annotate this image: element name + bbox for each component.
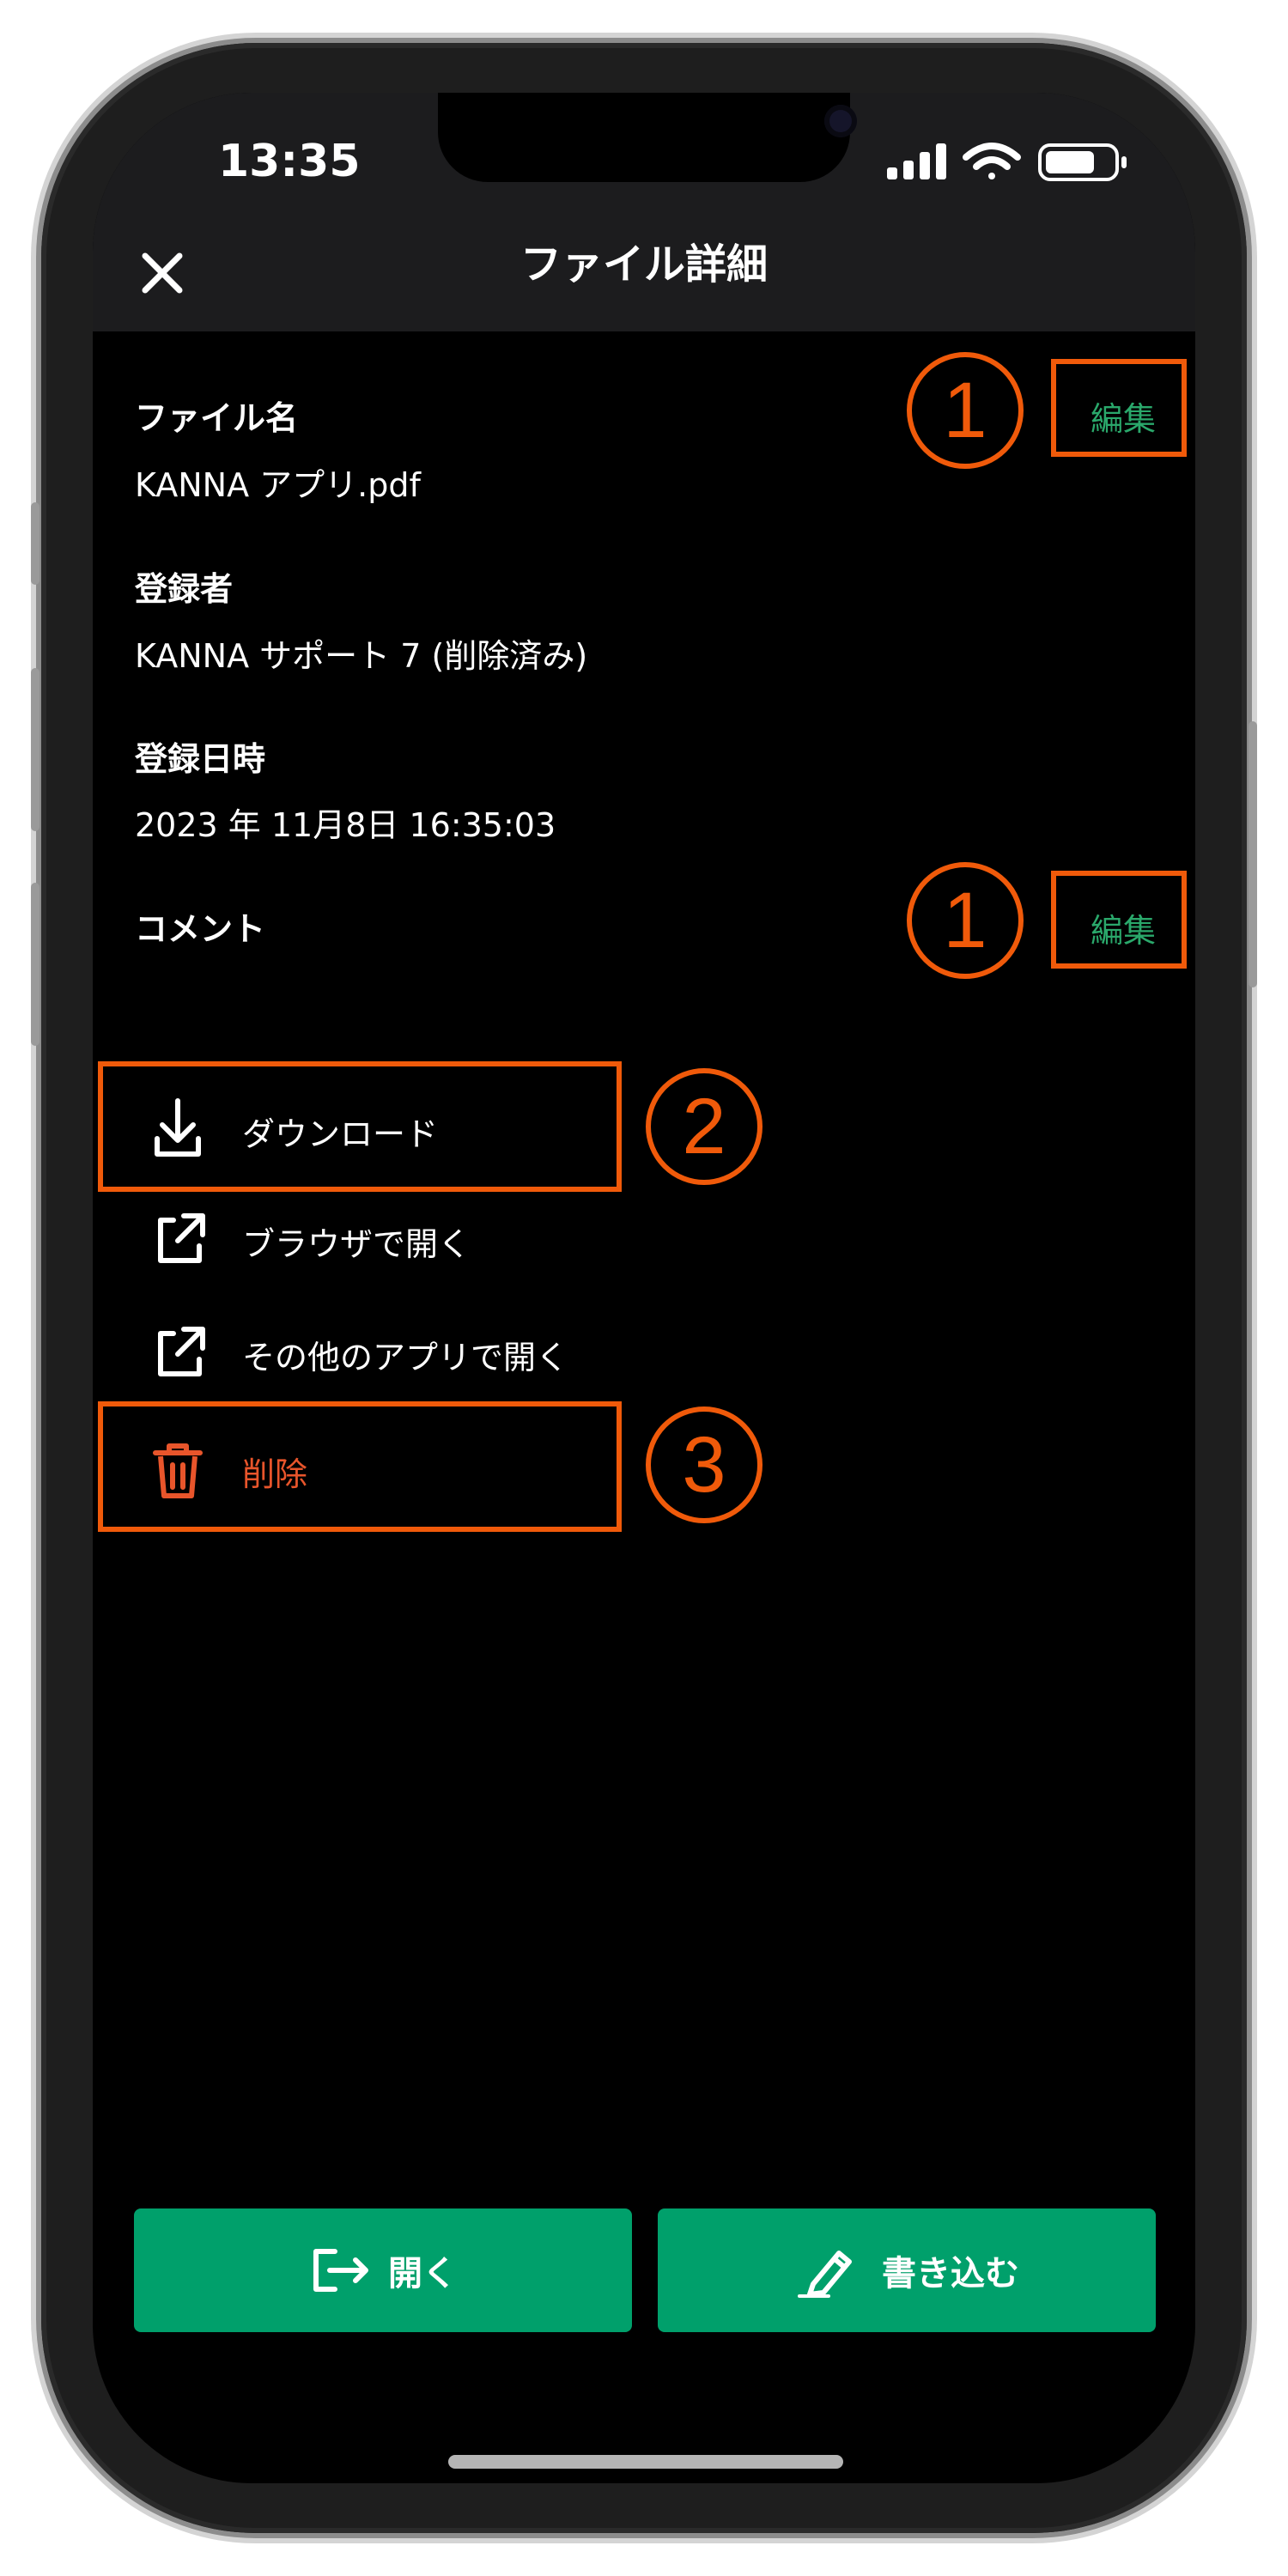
- battery-icon: [1038, 143, 1127, 181]
- annotation-number-2: 2: [646, 1068, 762, 1185]
- registered-at-label: 登録日時: [135, 740, 266, 778]
- external-link-icon: [158, 1213, 205, 1263]
- volume-up-button: [31, 668, 39, 831]
- open-in-browser-label: ブラウザで開く: [242, 1225, 471, 1263]
- signal-icon: [887, 143, 946, 179]
- comment-label: コメント: [135, 910, 266, 948]
- open-icon: [313, 2249, 368, 2292]
- annotation-box-delete: [98, 1401, 622, 1532]
- open-button-label: 開く: [388, 2254, 457, 2293]
- write-button-label: 書き込む: [882, 2254, 1019, 2293]
- registrant-label: 登録者: [135, 570, 234, 608]
- status-time: 13:35: [218, 136, 361, 187]
- power-button: [1249, 721, 1257, 987]
- notch: [438, 93, 857, 182]
- volume-down-button: [31, 883, 39, 1046]
- wifi-icon: [963, 143, 1021, 179]
- registrant-value: KANNA サポート 7 (削除済み): [135, 637, 588, 675]
- silent-switch: [31, 502, 39, 585]
- annotation-number-3: 3: [646, 1406, 762, 1523]
- pen-icon: [798, 2251, 852, 2298]
- write-button[interactable]: 書き込む: [658, 2208, 1156, 2332]
- page-title: ファイル詳細: [519, 240, 768, 289]
- file-name-value: KANNA アプリ.pdf: [135, 466, 421, 504]
- annotation-number-1: 1: [907, 862, 1024, 979]
- annotation-box-edit-comment: [1051, 871, 1187, 969]
- home-indicator: [448, 2455, 843, 2469]
- external-link-icon: [158, 1327, 205, 1376]
- open-in-other-app-menu-item[interactable]: その他のアプリで開く: [131, 1305, 629, 1400]
- annotation-box-edit-file-name: [1051, 359, 1187, 457]
- open-in-other-app-label: その他のアプリで開く: [242, 1339, 569, 1376]
- open-in-browser-menu-item[interactable]: ブラウザで開く: [131, 1192, 629, 1286]
- registered-at-value: 2023 年 11月8日 16:35:03: [135, 806, 556, 844]
- status-icons: [887, 143, 1127, 181]
- open-button[interactable]: 開く: [134, 2208, 632, 2332]
- annotation-number-1: 1: [907, 352, 1024, 469]
- camera-icon: [824, 105, 857, 137]
- annotation-box-download: [98, 1061, 622, 1192]
- phone-screen: 13:35 ファイル詳細 ファイル名 KANNA アプリ.pdf 編集 登録者 …: [93, 93, 1195, 2483]
- file-name-label: ファイル名: [135, 399, 299, 437]
